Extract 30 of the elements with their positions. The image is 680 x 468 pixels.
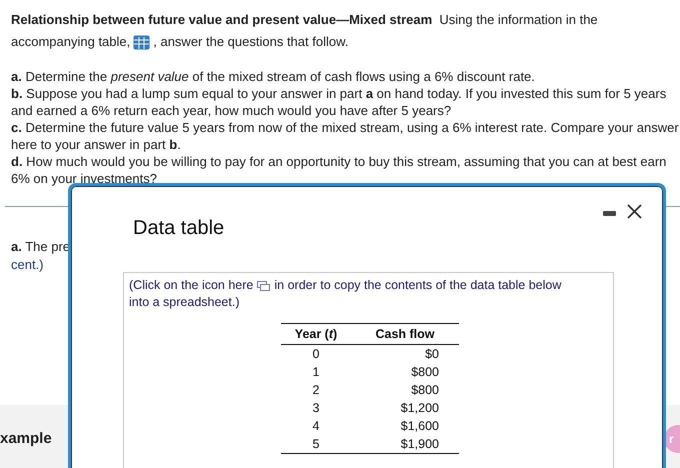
column-header: Cash flow: [351, 324, 459, 344]
table-cell-text: $800: [410, 364, 440, 381]
table-cell-text: 1: [312, 364, 320, 381]
table-cell-text: $1,200: [400, 400, 440, 417]
close-icon[interactable]: [627, 204, 642, 219]
copy-icon[interactable]: [257, 280, 270, 290]
table-cell-text: $1,600: [400, 418, 440, 435]
example-label: xample: [0, 429, 52, 449]
question-label: cent.): [11, 256, 44, 273]
note-text: in order to copy the contents of the data table below: [274, 277, 562, 294]
table-cell-text: 3: [312, 400, 320, 417]
note-text: into a spreadsheet.): [129, 294, 240, 311]
table-cell: 5: [281, 435, 351, 454]
question-text: a. Determine the present value of the mixed stream of cash flows using a 6% discount rate.: [11, 68, 536, 85]
intro-text: Relationship between future value and present value—Mixed stream Using the information in the: [11, 11, 598, 29]
dialog-title: Data table: [133, 216, 224, 240]
table-icon[interactable]: [133, 34, 150, 50]
table-cell-text: $800: [410, 382, 440, 399]
column-header: Year (t): [281, 324, 351, 344]
table-cell-text: 4: [312, 418, 320, 435]
table-cell: $0: [351, 344, 459, 363]
question-text: d. How much would you be willing to pay for an opportunity to buy this stream, assuming that you can at best earn 6% on your investments?: [11, 153, 668, 187]
intro-text: accompanying table,: [11, 33, 130, 51]
question-text: c. Determine the future value 5 years from now of the mixed stream, using a 6% interest rate. Compare your answer here to your answer in part b.: [11, 119, 680, 153]
table-cell-text: 2: [312, 382, 320, 399]
question-text: b. Suppose you had a lump sum equal to your answer in part a on hand today. If you invested this sum for 5 years and earned a 6% return each year, how much would you have after 5 years?: [11, 85, 668, 119]
table-cell: $1,900: [351, 435, 459, 454]
table-cell: 0: [281, 344, 351, 363]
intro-text: , answer the questions that follow.: [153, 33, 348, 51]
note-text: (Click on the icon here: [129, 277, 254, 294]
